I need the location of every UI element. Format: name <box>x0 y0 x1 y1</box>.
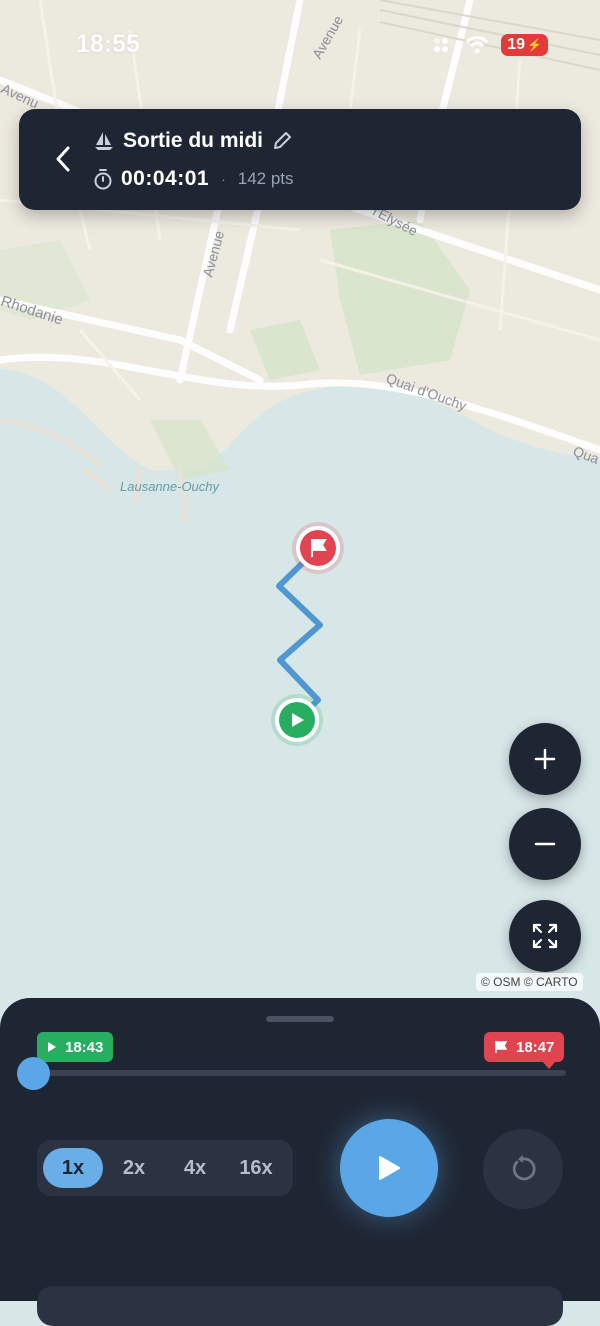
back-button[interactable] <box>43 139 83 179</box>
start-marker[interactable] <box>271 694 323 746</box>
replay-icon <box>512 1155 536 1181</box>
duration-value: 00:04:01 <box>121 167 210 190</box>
stats-card <box>37 1286 563 1326</box>
timeline-track[interactable] <box>36 1070 566 1076</box>
zoom-in-button[interactable] <box>509 723 581 795</box>
end-marker[interactable] <box>292 522 344 574</box>
minus-icon <box>534 842 556 846</box>
start-time-tag: 18:43 <box>37 1032 114 1062</box>
end-time-tag: 18:47 <box>484 1032 565 1069</box>
playback-panel: 18:43 18:47 1x 2x 4x 16x <box>0 998 600 1326</box>
end-time: 18:47 <box>516 1038 555 1056</box>
map-attribution[interactable]: © OSM © CARTO <box>476 973 583 991</box>
track-title: Sortie du midi <box>123 129 264 152</box>
speed-selector: 1x 2x 4x 16x <box>37 1140 293 1196</box>
plus-icon <box>534 748 556 770</box>
play-icon <box>48 1042 56 1052</box>
edit-title-button[interactable] <box>271 130 293 152</box>
sailboat-icon <box>95 132 113 150</box>
speed-option-16x[interactable]: 16x <box>226 1148 286 1188</box>
drag-handle[interactable] <box>266 1016 334 1022</box>
map-label: Lausanne-Ouchy <box>120 479 221 494</box>
flag-icon <box>495 1041 508 1053</box>
title-row: Sortie du midi <box>93 129 293 153</box>
wifi-icon <box>466 36 489 54</box>
chevron-left-icon <box>56 146 70 172</box>
start-time: 18:43 <box>65 1038 104 1056</box>
play-button[interactable] <box>340 1119 438 1217</box>
fit-route-button[interactable] <box>509 900 581 972</box>
zoom-out-button[interactable] <box>509 808 581 880</box>
timeline-thumb[interactable] <box>17 1057 50 1090</box>
stats-row: 00:04:01 · 142 pts <box>93 167 294 191</box>
speed-option-4x[interactable]: 4x <box>165 1148 225 1188</box>
status-icons: 19 ⚡ <box>433 34 548 56</box>
points-count: 142 pts <box>237 169 294 188</box>
stopwatch-icon <box>94 169 112 190</box>
separator: · <box>221 171 226 187</box>
track-header-card: Sortie du midi 00:04:01 · 142 pts <box>19 109 581 210</box>
speed-option-2x[interactable]: 2x <box>104 1148 164 1188</box>
expand-icon <box>532 923 558 949</box>
status-time: 18:55 <box>76 30 140 58</box>
play-icon <box>379 1156 400 1180</box>
replay-button[interactable] <box>483 1129 563 1209</box>
speed-option-1x[interactable]: 1x <box>43 1148 103 1188</box>
battery-level: 19 <box>507 36 526 53</box>
status-bar: 18:55 19 ⚡ <box>0 0 600 90</box>
battery-indicator: 19 ⚡ <box>501 34 548 56</box>
charging-icon: ⚡ <box>527 38 542 52</box>
signal-icon <box>434 38 449 52</box>
pencil-icon <box>274 132 292 149</box>
